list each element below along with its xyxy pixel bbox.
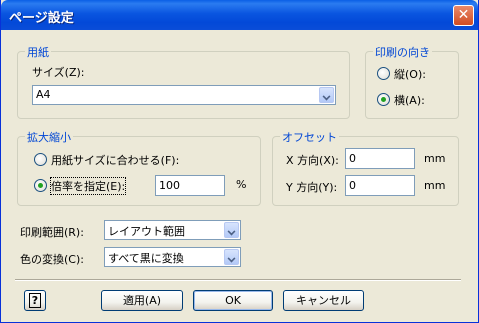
percent-input[interactable]: 100 (155, 175, 225, 196)
landscape-radio[interactable] (377, 93, 390, 106)
portrait-label[interactable]: 縦(O): (394, 66, 426, 82)
offset-group: オフセット X 方向(X): 0 mm Y 方向(Y): 0 mm (272, 129, 459, 206)
offset-x-value: 0 (349, 152, 356, 165)
cancel-button-label: キャンセル (296, 294, 351, 307)
offset-x-label: X 方向(X): (286, 154, 339, 167)
help-icon: ? (28, 293, 42, 308)
scale-group: 拡大縮小 用紙サイズに合わせる(F): 倍率を指定(E): 100 % (17, 129, 261, 206)
orientation-group-title: 印刷の向き (373, 44, 432, 60)
orientation-group: 印刷の向き 縦(O): 横(A): (365, 44, 459, 119)
fit-to-paper-label[interactable]: 用紙サイズに合わせる(F): (51, 152, 179, 168)
percent-value: 100 (159, 179, 180, 192)
scale-group-title: 拡大縮小 (25, 129, 73, 145)
ok-button[interactable]: OK (193, 290, 273, 311)
paper-group: 用紙 サイズ(Z): A4 (17, 44, 350, 119)
page-setup-dialog: ページ設定 ✕ 用紙 サイズ(Z): A4 印刷の向き 縦(O): 横(A): … (0, 0, 479, 323)
apply-button-label: 適用(A) (122, 294, 162, 307)
cancel-button[interactable]: キャンセル (283, 290, 364, 311)
offset-group-title: オフセット (280, 129, 339, 145)
title-bar[interactable]: ページ設定 ✕ (1, 0, 478, 30)
paper-size-value: A4 (36, 88, 51, 101)
close-button[interactable]: ✕ (453, 5, 474, 26)
chevron-down-icon[interactable] (319, 87, 334, 103)
help-button[interactable]: ? (24, 290, 46, 311)
print-range-label: 印刷範囲(R): (20, 226, 84, 239)
portrait-radio[interactable] (377, 67, 390, 80)
apply-button[interactable]: 適用(A) (101, 290, 183, 311)
offset-y-input[interactable]: 0 (345, 175, 415, 196)
specify-percent-radio[interactable] (34, 179, 47, 192)
divider (15, 279, 461, 281)
percent-unit: % (236, 178, 247, 191)
offset-y-unit: mm (424, 179, 446, 192)
color-conversion-label: 色の変換(C): (20, 253, 84, 266)
color-conversion-value: すべて黒に変換 (108, 252, 184, 265)
fit-to-paper-radio[interactable] (34, 153, 47, 166)
specify-percent-label[interactable]: 倍率を指定(E): (49, 177, 127, 195)
window-title: ページ設定 (9, 11, 74, 26)
close-icon: ✕ (457, 7, 470, 23)
landscape-label[interactable]: 横(A): (394, 92, 425, 108)
paper-group-title: 用紙 (25, 44, 51, 60)
offset-x-unit: mm (424, 152, 446, 165)
offset-x-input[interactable]: 0 (345, 148, 415, 169)
paper-size-label: サイズ(Z): (32, 66, 85, 79)
ok-button-label: OK (225, 294, 241, 307)
offset-y-value: 0 (349, 179, 356, 192)
print-range-value: レイアウト範囲 (108, 225, 185, 238)
chevron-down-icon[interactable] (224, 249, 239, 265)
color-conversion-select[interactable]: すべて黒に変換 (104, 247, 241, 267)
offset-y-label: Y 方向(Y): (286, 181, 338, 194)
chevron-down-icon[interactable] (224, 222, 239, 238)
paper-size-select[interactable]: A4 (32, 85, 336, 105)
print-range-select[interactable]: レイアウト範囲 (104, 220, 241, 240)
